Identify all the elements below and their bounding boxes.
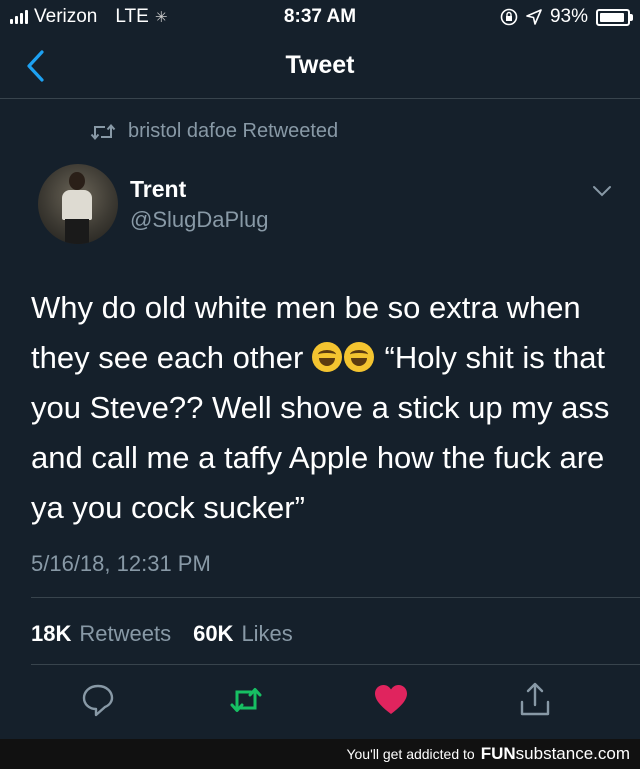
retweet-icon[interactable] <box>226 680 266 720</box>
battery-icon <box>596 8 633 26</box>
heart-icon[interactable] <box>371 680 411 720</box>
watermark-footer: You'll get addicted to FUNsubstance.com <box>0 739 640 769</box>
status-bar: Verizon LTE ✳ 8:37 AM 93% <box>0 0 640 34</box>
tweet-action-bar <box>0 680 640 724</box>
retweets-count[interactable]: 18K <box>31 621 71 647</box>
likes-count[interactable]: 60K <box>193 621 233 647</box>
tweet-timestamp: 5/16/18, 12:31 PM <box>31 551 211 576</box>
nav-bar: Tweet <box>0 34 640 99</box>
retweets-label[interactable]: Retweets <box>79 621 171 647</box>
location-arrow-icon <box>526 9 542 25</box>
author-handle[interactable]: @SlugDaPlug <box>130 207 269 233</box>
retweet-context-text: bristol dafoe Retweeted <box>128 120 339 142</box>
page-title: Tweet <box>285 51 355 79</box>
status-right: 93% <box>500 6 633 28</box>
tears-of-joy-emoji-icon <box>311 342 342 372</box>
orientation-lock-icon <box>500 8 518 26</box>
reply-icon[interactable] <box>78 680 118 720</box>
battery-percent: 93% <box>549 6 588 27</box>
retweet-context[interactable]: bristol dafoe Retweeted <box>90 120 338 143</box>
divider <box>31 664 640 665</box>
tears-of-joy-emoji-icon <box>343 342 374 372</box>
author-name[interactable]: Trent <box>130 176 186 203</box>
tweet-stats: 18K Retweets 60K Likes <box>31 621 293 647</box>
retweet-icon <box>90 123 116 140</box>
tweet-text: Why do old white men be so extra when th… <box>31 283 621 533</box>
share-icon[interactable] <box>515 680 555 720</box>
avatar[interactable] <box>38 164 118 244</box>
chevron-down-icon[interactable] <box>592 184 612 198</box>
likes-label[interactable]: Likes <box>241 621 292 647</box>
divider <box>31 597 640 598</box>
footer-tagline: You'll get addicted to <box>346 746 475 762</box>
funsubstance-logo: FUNsubstance.com <box>480 744 630 763</box>
